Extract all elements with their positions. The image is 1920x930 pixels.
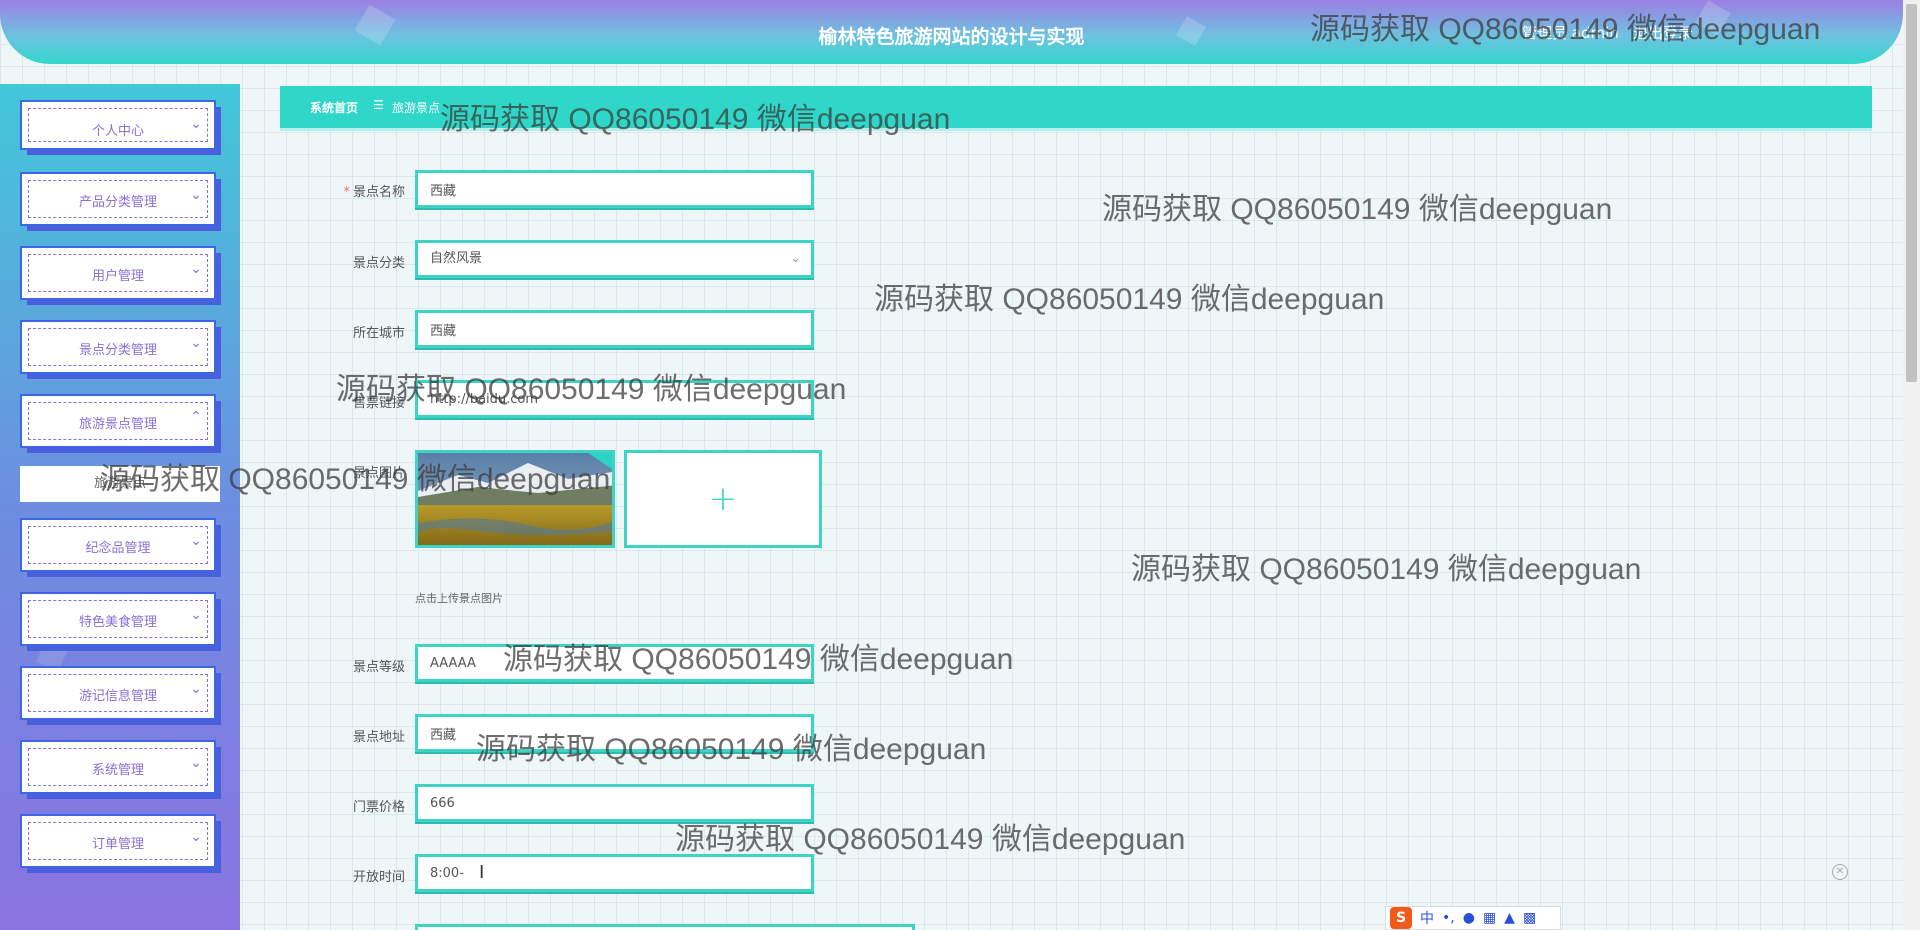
- sidebar-item-travel-notes[interactable]: 游记信息管理 ⌄: [20, 666, 216, 720]
- next-field-input[interactable]: [415, 924, 915, 930]
- chevron-down-icon: ⌄: [190, 681, 202, 697]
- sidebar-item-system[interactable]: 系统管理 ⌄: [20, 740, 216, 794]
- sidebar-item-label: 订单管理: [91, 837, 144, 852]
- scenic-category-select[interactable]: 自然风景 ⌄: [415, 240, 814, 278]
- sidebar-item-users[interactable]: 用户管理 ⌄: [20, 246, 216, 300]
- sidebar-item-label: 个人中心: [91, 124, 144, 139]
- sidebar-item-product-category[interactable]: 产品分类管理 ⌄: [20, 172, 216, 226]
- ime-language[interactable]: 中: [1420, 908, 1434, 928]
- sidebar-item-label: 产品分类管理: [78, 195, 157, 210]
- chevron-down-icon: ⌄: [790, 251, 801, 266]
- chevron-down-icon: ⌄: [190, 607, 202, 623]
- chevron-down-icon: ⌄: [190, 755, 202, 771]
- breadcrumb-home-link[interactable]: 系统首页: [310, 99, 358, 116]
- open-time-input[interactable]: [415, 854, 814, 892]
- sidebar-item-label: 纪念品管理: [85, 541, 151, 556]
- sidebar-item-label: 用户管理: [91, 269, 144, 284]
- name-field-label: * 景点名称: [300, 181, 405, 200]
- required-mark: *: [343, 185, 350, 200]
- name-field-label-text: 景点名称: [352, 185, 405, 200]
- punctuation-icon[interactable]: •,: [1442, 910, 1455, 926]
- ime-toolbar[interactable]: S 中 •, ● ▦ ▲ ▩: [1385, 906, 1561, 930]
- scenic-name-input[interactable]: [415, 170, 814, 208]
- watermark: 源码获取 QQ86050149 微信deepguan: [336, 373, 847, 406]
- chevron-down-icon: ⌄: [190, 335, 202, 351]
- watermark: 源码获取 QQ86050149 微信deepguan: [476, 733, 987, 766]
- watermark: 源码获取 QQ86050149 微信deepguan: [100, 463, 611, 496]
- chevron-down-icon: ⌄: [190, 187, 202, 203]
- keyboard-icon[interactable]: ▦: [1483, 910, 1496, 926]
- close-icon[interactable]: ✕: [1832, 864, 1848, 880]
- menu-icon: ☰: [373, 98, 384, 112]
- image-upload-button[interactable]: +: [624, 450, 822, 548]
- upload-hint: 点击上传景点图片: [415, 592, 503, 605]
- text-cursor-icon: I: [479, 862, 485, 883]
- city-field-label: 所在城市: [352, 326, 405, 341]
- sidebar-item-scenic-category[interactable]: 景点分类管理 ⌄: [20, 320, 216, 374]
- sidebar-item-souvenirs[interactable]: 纪念品管理 ⌄: [20, 518, 216, 572]
- watermark: 源码获取 QQ86050149 微信deepguan: [874, 283, 1385, 316]
- grid-icon[interactable]: ▩: [1523, 910, 1536, 926]
- category-selected-value: 自然风景: [430, 251, 483, 266]
- sidebar-item-personal-center[interactable]: 个人中心 ⌄: [20, 100, 216, 150]
- chevron-down-icon: ⌄: [190, 829, 202, 845]
- scrollbar-thumb[interactable]: [1906, 4, 1917, 382]
- watermark: 源码获取 QQ86050149 微信deepguan: [503, 643, 1014, 676]
- city-input[interactable]: [415, 310, 814, 348]
- sidebar-item-label: 游记信息管理: [78, 689, 157, 704]
- sidebar-item-label: 特色美食管理: [78, 615, 157, 630]
- watermark: 源码获取 QQ86050149 微信deepguan: [1102, 193, 1613, 226]
- skin-icon[interactable]: ▲: [1504, 910, 1515, 926]
- level-field-label: 景点等级: [352, 660, 405, 675]
- sidebar-item-scenic-spots[interactable]: 旅游景点管理 ⌃: [20, 394, 216, 448]
- sidebar-item-local-food[interactable]: 特色美食管理 ⌄: [20, 592, 216, 646]
- watermark: 源码获取 QQ86050149 微信deepguan: [675, 823, 1186, 856]
- chevron-down-icon: ⌄: [190, 533, 202, 549]
- chevron-up-icon: ⌃: [190, 409, 202, 425]
- sidebar-item-orders[interactable]: 订单管理 ⌄: [20, 814, 216, 868]
- watermark: 源码获取 QQ86050149 微信deepguan: [440, 103, 951, 136]
- sogou-logo-icon: S: [1390, 907, 1412, 929]
- price-field-label: 门票价格: [352, 800, 405, 815]
- breadcrumb-current: 旅游景点: [392, 101, 441, 115]
- chevron-down-icon: ⌄: [190, 261, 202, 277]
- plus-icon: +: [708, 479, 738, 519]
- microphone-icon[interactable]: ●: [1463, 910, 1475, 926]
- watermark: 源码获取 QQ86050149 微信deepguan: [1310, 13, 1821, 46]
- chevron-down-icon: ⌄: [190, 116, 202, 132]
- category-field-label: 景点分类: [352, 256, 405, 271]
- sidebar-item-label: 旅游景点管理: [78, 417, 157, 432]
- sidebar-item-label: 景点分类管理: [78, 343, 157, 358]
- open-time-field-label: 开放时间: [352, 870, 405, 885]
- sidebar-item-label: 系统管理: [91, 763, 144, 778]
- address-field-label: 景点地址: [352, 730, 405, 745]
- watermark: 源码获取 QQ86050149 微信deepguan: [1131, 553, 1642, 586]
